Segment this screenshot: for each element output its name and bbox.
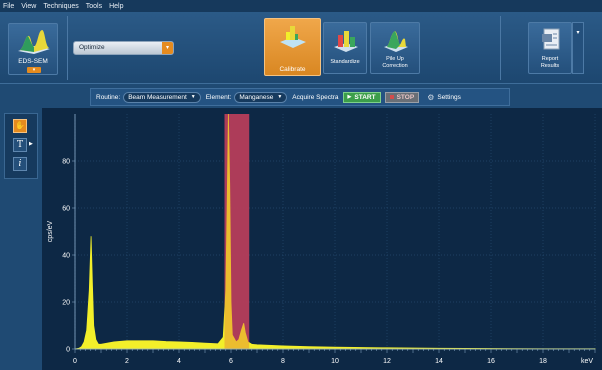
settings-label: Settings	[437, 93, 461, 101]
x-tick-label: 4	[177, 358, 181, 365]
mode-dropdown-arrow[interactable]: ▾	[27, 67, 41, 73]
menu-tools[interactable]: Tools	[86, 3, 102, 10]
mode-label: EDS-SEM	[18, 58, 48, 65]
y-tick-label: 0	[66, 347, 70, 354]
optimize-dropdown-value: Optimize	[79, 44, 105, 51]
report-results-button[interactable]: Report Results	[528, 22, 572, 74]
standardize-label: Standardize	[330, 59, 360, 65]
report-icon	[542, 28, 560, 50]
play-icon: ▶	[347, 94, 352, 100]
standardize-button[interactable]: Standardize	[323, 22, 367, 74]
info-tool-label: i	[18, 159, 22, 169]
y-tick-label: 40	[62, 253, 70, 260]
menu-file[interactable]: File	[3, 3, 14, 10]
y-tick-label: 60	[62, 206, 70, 213]
ribbon-divider	[67, 16, 68, 80]
ribbon-divider	[500, 16, 501, 80]
routine-value: Beam Measurement	[128, 93, 187, 101]
calibrate-button[interactable]: Calibrate	[264, 18, 321, 76]
element-select[interactable]: Manganese ▼	[234, 91, 288, 103]
pan-tool-button[interactable]: ✋	[13, 119, 27, 133]
start-label: START	[354, 93, 376, 101]
stop-label: STOP	[396, 93, 415, 101]
pileup-icon	[384, 31, 408, 52]
x-tick-label: 2	[125, 358, 129, 365]
x-tick-label: 8	[281, 358, 285, 365]
report-label-line1: Report	[541, 56, 559, 62]
stop-button[interactable]: STOP	[384, 91, 420, 103]
report-label-line2: Results	[540, 63, 560, 69]
menu-techniques[interactable]: Techniques	[43, 3, 78, 10]
chevron-right-icon[interactable]: ▶	[29, 141, 33, 147]
ribbon: EDS-SEM ▾ Optimize ▾ Calibrate Standardi…	[0, 12, 602, 84]
info-tool-button[interactable]: i	[13, 157, 27, 171]
text-tool-label: T	[16, 140, 23, 150]
routine-select[interactable]: Beam Measurement ▼	[123, 91, 201, 103]
mode-icon	[18, 30, 50, 54]
menu-bar: File View Techniques Tools Help	[0, 0, 602, 12]
hand-icon: ✋	[15, 121, 25, 130]
pileup-label-line1: Pile Up	[386, 56, 404, 62]
menu-view[interactable]: View	[21, 3, 36, 10]
report-dropdown-button[interactable]: ▾	[572, 22, 584, 74]
element-label: Element:	[205, 93, 232, 101]
start-button[interactable]: ▶ START	[342, 91, 381, 103]
calibrate-icon	[280, 26, 306, 48]
stop-icon	[389, 95, 394, 99]
element-value: Manganese	[239, 93, 274, 101]
roi-overlay	[224, 114, 250, 349]
x-tick-label: 0	[73, 358, 77, 365]
x-tick-label: 12	[383, 358, 391, 365]
x-tick-label: 18	[539, 358, 547, 365]
pileup-correction-button[interactable]: Pile Up Correction	[370, 22, 420, 74]
x-tick-label: 16	[487, 358, 495, 365]
menu-help[interactable]: Help	[109, 3, 123, 10]
spectrum-plot[interactable]: 0 2 4 6 8 10 12 14 16 18 0 20 40 60 80 keV cps/eV	[42, 108, 602, 370]
y-tick-label: 20	[62, 300, 70, 307]
x-tick-label: 14	[435, 358, 443, 365]
acquisition-toolbar: Routine: Beam Measurement ▼ Element: Man…	[90, 88, 510, 106]
y-axis-label: cps/eV	[47, 220, 54, 242]
settings-button[interactable]: ⚙ Settings	[427, 93, 461, 102]
chevron-down-icon: ▼	[277, 94, 283, 100]
text-tool-button[interactable]: T	[13, 138, 27, 152]
spectrum-chart: 0 2 4 6 8 10 12 14 16 18 0 20 40 60 80 keV cps/eV	[47, 113, 596, 365]
routine-label: Routine:	[96, 93, 121, 101]
y-tick-label: 80	[62, 159, 70, 166]
pileup-label-line2: Correction	[382, 63, 408, 69]
mode-button[interactable]: EDS-SEM ▾	[8, 23, 58, 75]
x-tick-label: 6	[229, 358, 233, 365]
optimize-dropdown[interactable]: Optimize ▾	[73, 41, 174, 55]
gear-icon: ⚙	[427, 92, 435, 102]
acquire-label: Acquire Spectra	[292, 93, 339, 101]
standardize-icon	[334, 31, 358, 52]
chevron-down-icon: ▼	[190, 94, 196, 100]
x-axis-label: keV	[581, 358, 593, 365]
calibrate-label: Calibrate	[279, 66, 306, 73]
plot-tool-panel: ✋ T ▶ i	[4, 113, 38, 179]
x-tick-label: 10	[331, 358, 339, 365]
chevron-down-icon: ▾	[162, 42, 173, 54]
